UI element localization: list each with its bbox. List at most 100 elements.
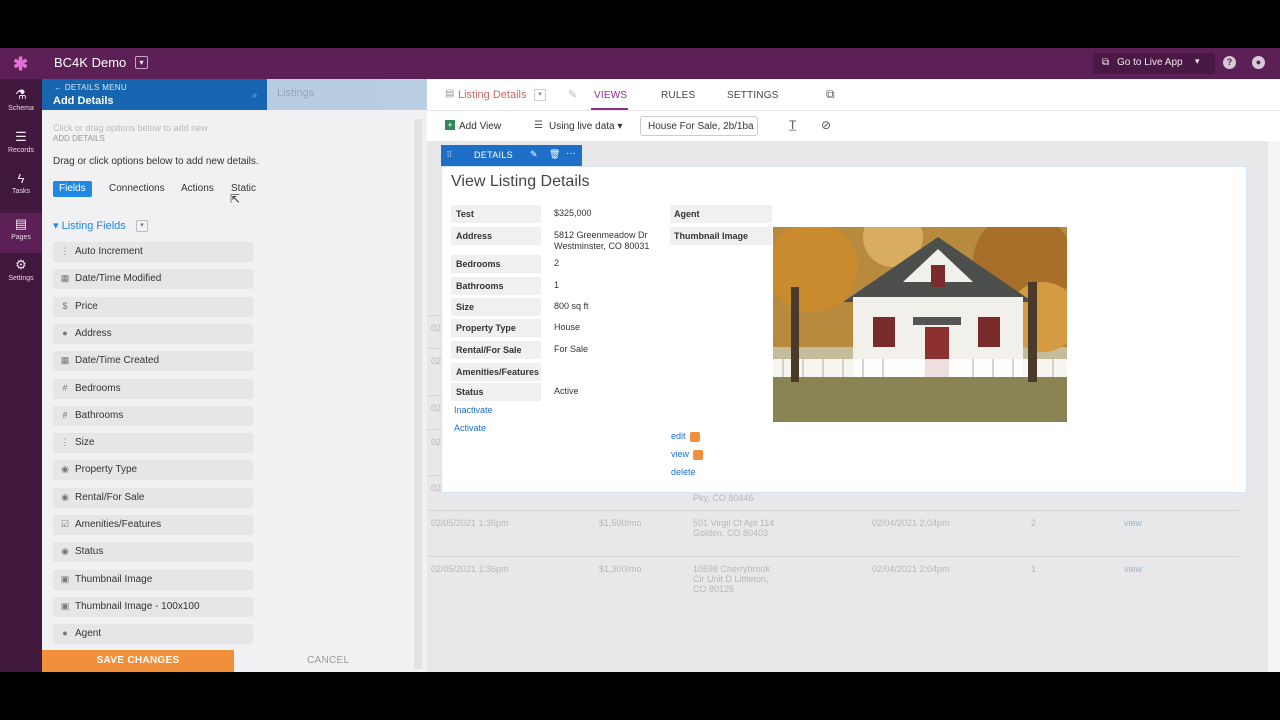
field-item[interactable]: # Bedrooms: [53, 378, 253, 399]
add-view-button[interactable]: Add View: [459, 121, 501, 132]
field-label: Size: [75, 437, 95, 449]
ghost-view-link[interactable]: view: [1124, 564, 1142, 574]
detail-value: 1: [554, 280, 560, 290]
house-photo: [773, 227, 1067, 422]
drag-handle-icon[interactable]: ⁞⁞: [447, 150, 451, 159]
nav-records[interactable]: ☰ Records: [0, 129, 42, 167]
field-label: Date/Time Created: [75, 355, 160, 367]
logo-icon[interactable]: ✱: [13, 54, 28, 75]
field-type-icon: ◉: [61, 546, 69, 557]
field-item[interactable]: ▣ Thumbnail Image: [53, 569, 253, 590]
detail-value: 5812 Greenmeadow Dr Westminster, CO 8003…: [554, 230, 650, 251]
builder-header: ← DETAILS MENU Add Details »: [42, 79, 267, 110]
field-item[interactable]: ◉ Property Type: [53, 460, 253, 481]
field-item[interactable]: ● Agent: [53, 624, 253, 645]
user-icon[interactable]: ●: [1252, 56, 1265, 69]
field-item[interactable]: ▦ Date/Time Modified: [53, 269, 253, 290]
cancel-button[interactable]: CANCEL: [307, 655, 349, 666]
field-label: Thumbnail Image: [75, 573, 153, 585]
nav-label: Tasks: [12, 188, 30, 195]
save-changes-button[interactable]: SAVE CHANGES: [42, 650, 234, 672]
nav-schema[interactable]: ⚗ Schema: [0, 87, 42, 125]
edit-icon[interactable]: ✎: [530, 149, 538, 160]
delete-link[interactable]: delete: [671, 467, 696, 477]
field-group-header[interactable]: ▾ Listing Fields: [53, 219, 126, 232]
canvas-scrollbar[interactable]: [1268, 141, 1280, 672]
thumbnail-label: Thumbnail Image: [670, 227, 772, 245]
detail-value: 800 sq ft: [554, 301, 589, 311]
text-format-icon[interactable]: T̲: [789, 118, 796, 132]
field-item[interactable]: ◉ Status: [53, 542, 253, 563]
inactivate-link[interactable]: Inactivate: [454, 405, 493, 415]
ghost-divider: [427, 510, 1239, 511]
faded-hint: Click or drag options below to add new: [53, 123, 208, 133]
field-item[interactable]: ◉ Rental/For Sale: [53, 487, 253, 508]
detail-label: Bedrooms: [451, 255, 541, 273]
field-type-icon: #: [62, 409, 68, 420]
view-link[interactable]: view: [671, 449, 704, 460]
view-title: View Listing Details: [451, 173, 590, 190]
edit-link[interactable]: edit: [671, 431, 700, 442]
cursor-icon: ⇱: [230, 192, 241, 206]
tab-connections[interactable]: Connections: [103, 181, 171, 197]
nav-settings[interactable]: ⚙ Settings: [0, 257, 42, 295]
hide-icon[interactable]: ⊘: [821, 118, 831, 132]
drag-hint: Drag or click options below to add new d…: [53, 156, 259, 167]
tab-actions[interactable]: Actions: [175, 181, 220, 197]
field-type-icon: ▦: [60, 355, 70, 366]
chevron-down-icon[interactable]: ▾: [534, 89, 546, 101]
field-item[interactable]: # Bathrooms: [53, 405, 253, 426]
record-select[interactable]: House For Sale, 2b/1ba ⇕: [640, 116, 758, 136]
tab-fields[interactable]: Fields: [53, 181, 92, 197]
ghost-cell: $1,500/mo: [599, 518, 642, 528]
activate-link[interactable]: Activate: [454, 423, 486, 433]
tab-settings[interactable]: SETTINGS: [727, 90, 779, 101]
nav-label: Settings: [8, 275, 34, 282]
ghost-cell: 10598 Cherrybrook Cir Unit D Littleton, …: [693, 564, 771, 594]
details-view[interactable]: View Listing Details Test $325,000 Address…: [441, 166, 1247, 493]
collapse-icon[interactable]: »: [252, 90, 257, 100]
field-item[interactable]: $ Price: [53, 296, 253, 317]
field-type-icon: ●: [62, 327, 68, 338]
external-link-icon[interactable]: ⧉: [826, 87, 835, 102]
field-type-icon: ⋮: [60, 246, 70, 256]
external-link-icon: ⧉: [1102, 57, 1110, 68]
edit-icon[interactable]: ✎: [568, 88, 577, 101]
page-name[interactable]: Listing Details: [458, 89, 526, 101]
field-label: Address: [75, 327, 112, 339]
chevron-down-icon[interactable]: ▾: [135, 56, 148, 69]
field-type-icon: #: [62, 382, 68, 393]
field-item[interactable]: ⋮ Size: [53, 433, 253, 454]
ghost-cell: 02/04/2021 2:04pm: [872, 518, 950, 528]
live-data-dropdown[interactable]: Using live data ▾: [549, 121, 622, 132]
panel-scrollbar[interactable]: [414, 119, 422, 669]
lightning-icon: ϟ: [17, 171, 25, 186]
tab-rules[interactable]: RULES: [661, 90, 695, 101]
field-item[interactable]: ▦ Date/Time Created: [53, 351, 253, 372]
more-icon[interactable]: ···: [566, 148, 576, 159]
field-item[interactable]: ▣ Thumbnail Image - 100x100: [53, 596, 253, 617]
go-live-button[interactable]: ⧉ Go to Live App ▾: [1093, 53, 1215, 74]
plus-icon[interactable]: +: [445, 120, 455, 130]
nav-tasks[interactable]: ϟ Tasks: [0, 171, 42, 209]
tab-views[interactable]: VIEWS: [594, 90, 627, 101]
details-menu-link[interactable]: ← DETAILS MENU: [54, 83, 127, 92]
details-view-label[interactable]: ⁞⁞ DETAILS ✎ 🗑 ···: [441, 145, 582, 166]
detail-label: Bathrooms: [451, 277, 541, 295]
detail-value: 2: [554, 258, 560, 268]
field-item[interactable]: ⋮ Auto Increment: [53, 242, 253, 262]
field-label: Auto Increment: [75, 246, 143, 257]
detail-label: Test: [451, 205, 541, 223]
field-item[interactable]: ● Address: [53, 323, 253, 344]
app-title[interactable]: BC4K Demo: [54, 55, 126, 70]
help-icon[interactable]: ?: [1223, 56, 1236, 69]
chevron-down-icon[interactable]: ▾: [136, 220, 148, 232]
ghost-view-link[interactable]: view: [1124, 518, 1142, 528]
nav-pages[interactable]: ▤ Pages: [0, 213, 42, 253]
gear-icon: ⚙: [15, 257, 27, 272]
field-item[interactable]: ☑ Amenities/Features: [53, 515, 253, 535]
chevron-down-icon[interactable]: ▾: [1195, 56, 1200, 67]
page-canvas: Date/Time ModifiedPriceAddressDate/Time …: [427, 141, 1270, 672]
trash-icon[interactable]: 🗑: [549, 149, 560, 160]
field-type-icon: ▣: [60, 573, 70, 584]
